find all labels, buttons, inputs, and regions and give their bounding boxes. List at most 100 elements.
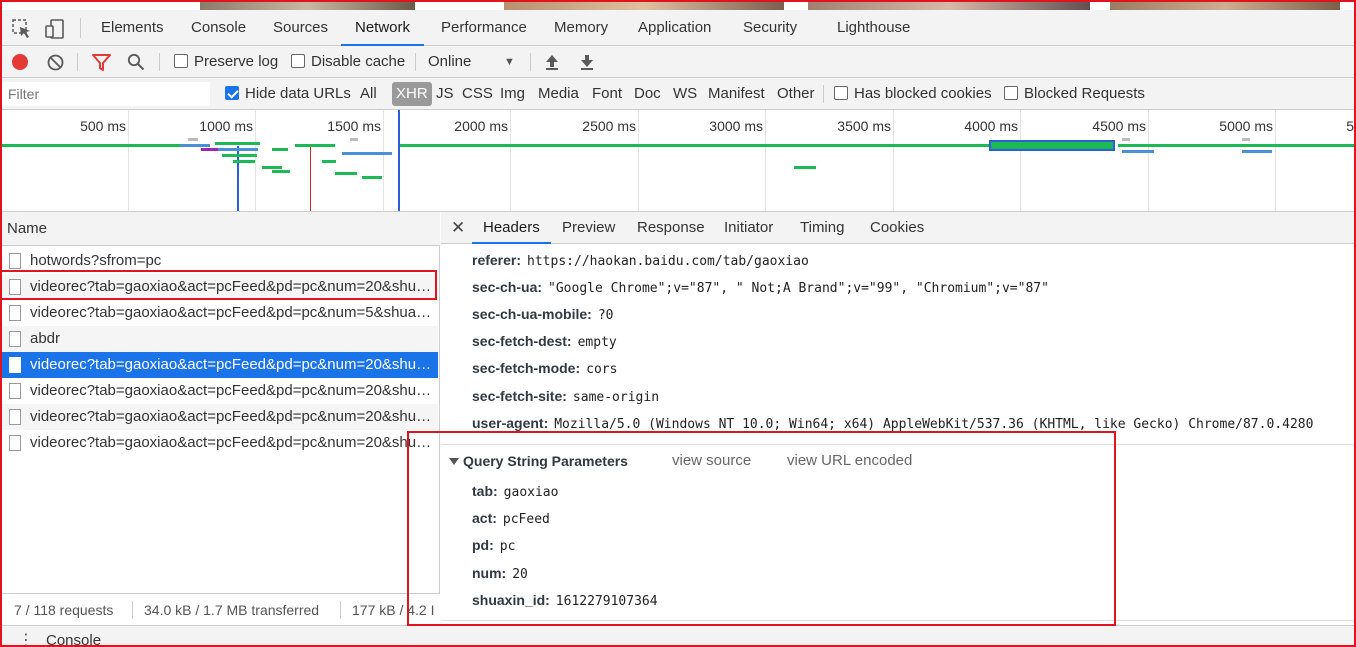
request-row[interactable]: videorec?tab=gaoxiao&act=pcFeed&pd=pc&nu… xyxy=(0,430,438,456)
timeline-selected-request-bar xyxy=(989,140,1115,151)
timeline-request-bar xyxy=(1122,150,1154,153)
more-options-icon[interactable]: ⋮ xyxy=(18,630,34,647)
toolbar-separator xyxy=(77,53,78,71)
timeline-gridline xyxy=(1020,110,1021,211)
header-row-referer: referer: https://haokan.baidu.com/tab/gao… xyxy=(472,247,809,274)
checkbox-box[interactable] xyxy=(291,54,305,68)
page-thumbnail xyxy=(200,0,415,10)
query-param-row: pd: pc xyxy=(472,532,515,559)
request-row[interactable]: videorec?tab=gaoxiao&act=pcFeed&pd=pc&nu… xyxy=(0,274,438,300)
query-string-section-toggle[interactable]: Query String Parameters xyxy=(449,448,628,474)
timeline-request-bar xyxy=(295,144,335,147)
request-name: videorec?tab=gaoxiao&act=pcFeed&pd=pc&nu… xyxy=(30,408,438,425)
view-source-link[interactable]: view source xyxy=(672,448,751,474)
record-icon[interactable] xyxy=(12,54,28,70)
timeline-gridline xyxy=(128,110,129,211)
throttling-select[interactable]: Online ▼ xyxy=(428,46,518,78)
type-filter-doc[interactable]: Doc xyxy=(630,82,665,106)
type-filter-img[interactable]: Img xyxy=(496,82,529,106)
export-har-icon[interactable] xyxy=(579,53,595,74)
file-icon xyxy=(9,253,21,269)
request-row[interactable]: hotwords?sfrom=pc xyxy=(0,248,438,274)
column-header-name[interactable]: Name xyxy=(0,212,440,246)
tab-bar-separator xyxy=(80,18,81,38)
type-filter-media[interactable]: Media xyxy=(534,82,583,106)
status-separator xyxy=(132,601,133,619)
close-icon[interactable]: ✕ xyxy=(451,212,465,244)
type-filter-font[interactable]: Font xyxy=(588,82,626,106)
timeline-request-bar xyxy=(342,152,392,155)
tab-preview[interactable]: Preview xyxy=(562,212,615,244)
blocked-requests-checkbox[interactable]: Blocked Requests xyxy=(1004,78,1145,110)
type-filter-css[interactable]: CSS xyxy=(458,82,497,106)
type-filter-manifest[interactable]: Manifest xyxy=(704,82,769,106)
filter-bar: Hide data URLs All XHR JS CSS Img Media … xyxy=(0,78,1356,110)
timeline-request-bar xyxy=(362,176,382,179)
tab-application[interactable]: Application xyxy=(638,10,711,46)
tab-security[interactable]: Security xyxy=(743,10,797,46)
checkbox-box[interactable] xyxy=(225,86,239,100)
header-value: Mozilla/5.0 (Windows NT 10.0; Win64; x64… xyxy=(554,417,1314,432)
blocked-requests-label: Blocked Requests xyxy=(1024,85,1145,102)
request-name: videorec?tab=gaoxiao&act=pcFeed&pd=pc&nu… xyxy=(30,434,438,451)
param-value: 1612279107364 xyxy=(555,594,658,609)
checkbox-box[interactable] xyxy=(174,54,188,68)
clear-icon[interactable] xyxy=(47,54,64,74)
type-filter-ws[interactable]: WS xyxy=(669,82,701,106)
drawer-tab-console[interactable]: Console xyxy=(46,632,101,647)
page-thumbnail xyxy=(504,0,784,10)
checkbox-box[interactable] xyxy=(1004,86,1018,100)
request-row[interactable]: videorec?tab=gaoxiao&act=pcFeed&pd=pc&nu… xyxy=(0,378,438,404)
timeline-request-bar xyxy=(262,166,282,169)
network-overview-timeline[interactable]: 500 ms 1000 ms 1500 ms 2000 ms 2500 ms 3… xyxy=(0,110,1356,212)
tab-performance[interactable]: Performance xyxy=(441,10,527,46)
inspect-element-icon[interactable] xyxy=(11,18,33,40)
timeline-gridline xyxy=(255,110,256,211)
param-key: act: xyxy=(472,510,497,526)
device-toolbar-icon[interactable] xyxy=(44,18,66,40)
request-row[interactable]: videorec?tab=gaoxiao&act=pcFeed&pd=pc&nu… xyxy=(0,300,438,326)
filter-icon[interactable] xyxy=(92,54,111,74)
tab-lighthouse[interactable]: Lighthouse xyxy=(837,10,910,46)
section-divider xyxy=(441,620,1356,621)
tab-initiator[interactable]: Initiator xyxy=(724,212,773,244)
tab-headers[interactable]: Headers xyxy=(472,212,551,244)
tab-timing[interactable]: Timing xyxy=(800,212,844,244)
request-row[interactable]: videorec?tab=gaoxiao&act=pcFeed&pd=pc&nu… xyxy=(0,404,438,430)
type-filter-other[interactable]: Other xyxy=(773,82,819,106)
tab-sources[interactable]: Sources xyxy=(273,10,328,46)
timeline-request-bar xyxy=(222,154,257,157)
type-filter-js[interactable]: JS xyxy=(432,82,458,106)
load-event-marker xyxy=(310,146,311,211)
type-filter-all[interactable]: All xyxy=(356,82,381,106)
timeline-request-bar xyxy=(201,148,219,151)
header-key: referer: xyxy=(472,252,522,268)
header-row-sec-ch-ua-mobile: sec-ch-ua-mobile: ?0 xyxy=(472,301,613,328)
request-row-selected[interactable]: videorec?tab=gaoxiao&act=pcFeed&pd=pc&nu… xyxy=(0,352,438,378)
search-icon[interactable] xyxy=(127,53,145,74)
tab-elements[interactable]: Elements xyxy=(101,10,164,46)
tab-console[interactable]: Console xyxy=(191,10,246,46)
file-icon xyxy=(9,305,21,321)
timeline-request-bar xyxy=(1280,144,1356,147)
timeline-request-bar xyxy=(1122,138,1130,141)
header-key: sec-fetch-mode: xyxy=(472,360,581,376)
has-blocked-cookies-checkbox[interactable]: Has blocked cookies xyxy=(834,78,992,110)
tab-response[interactable]: Response xyxy=(637,212,705,244)
type-filter-xhr[interactable]: XHR xyxy=(392,82,432,106)
view-url-encoded-link[interactable]: view URL encoded xyxy=(787,448,912,474)
request-row[interactable]: abdr xyxy=(0,326,438,352)
tab-network[interactable]: Network xyxy=(341,10,425,46)
tab-cookies[interactable]: Cookies xyxy=(870,212,924,244)
filter-input[interactable] xyxy=(2,82,210,106)
checkbox-box[interactable] xyxy=(834,86,848,100)
hide-data-urls-label: Hide data URLs xyxy=(245,85,351,102)
preserve-log-checkbox[interactable]: Preserve log xyxy=(174,46,278,78)
hide-data-urls-checkbox[interactable]: Hide data URLs xyxy=(225,78,351,110)
disable-cache-checkbox[interactable]: Disable cache xyxy=(291,46,405,78)
tab-memory[interactable]: Memory xyxy=(554,10,608,46)
timeline-request-bar xyxy=(215,142,260,145)
header-key: sec-ch-ua-mobile: xyxy=(472,306,592,322)
import-har-icon[interactable] xyxy=(544,53,560,74)
toolbar-separator xyxy=(530,53,531,71)
